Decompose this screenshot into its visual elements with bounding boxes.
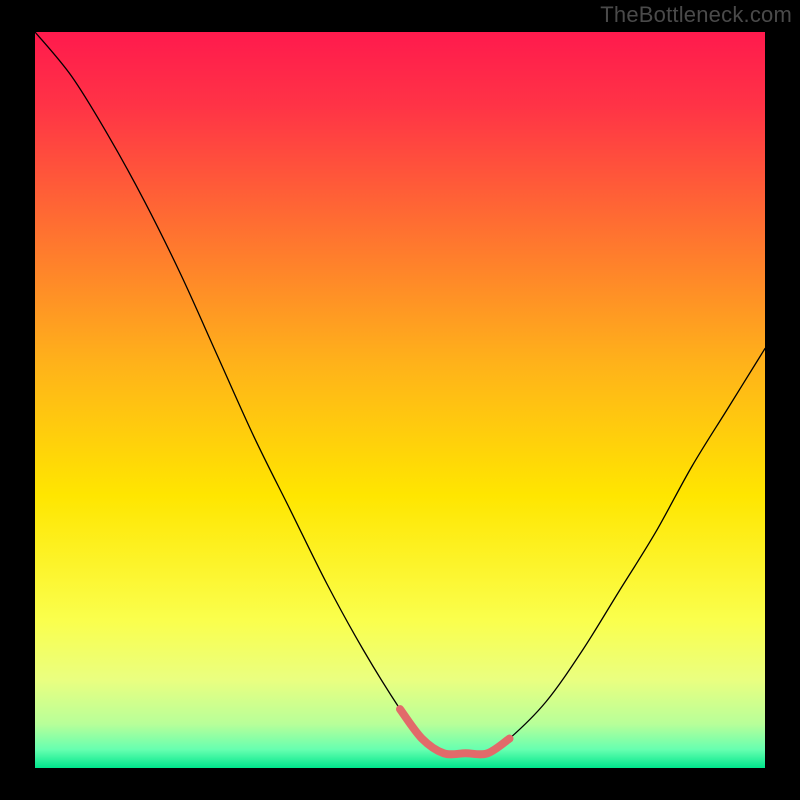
bottleneck-chart: TheBottleneck.com xyxy=(0,0,800,800)
optimal-zone-highlight xyxy=(35,32,765,768)
plot-area xyxy=(35,32,765,768)
watermark-text: TheBottleneck.com xyxy=(600,2,792,28)
